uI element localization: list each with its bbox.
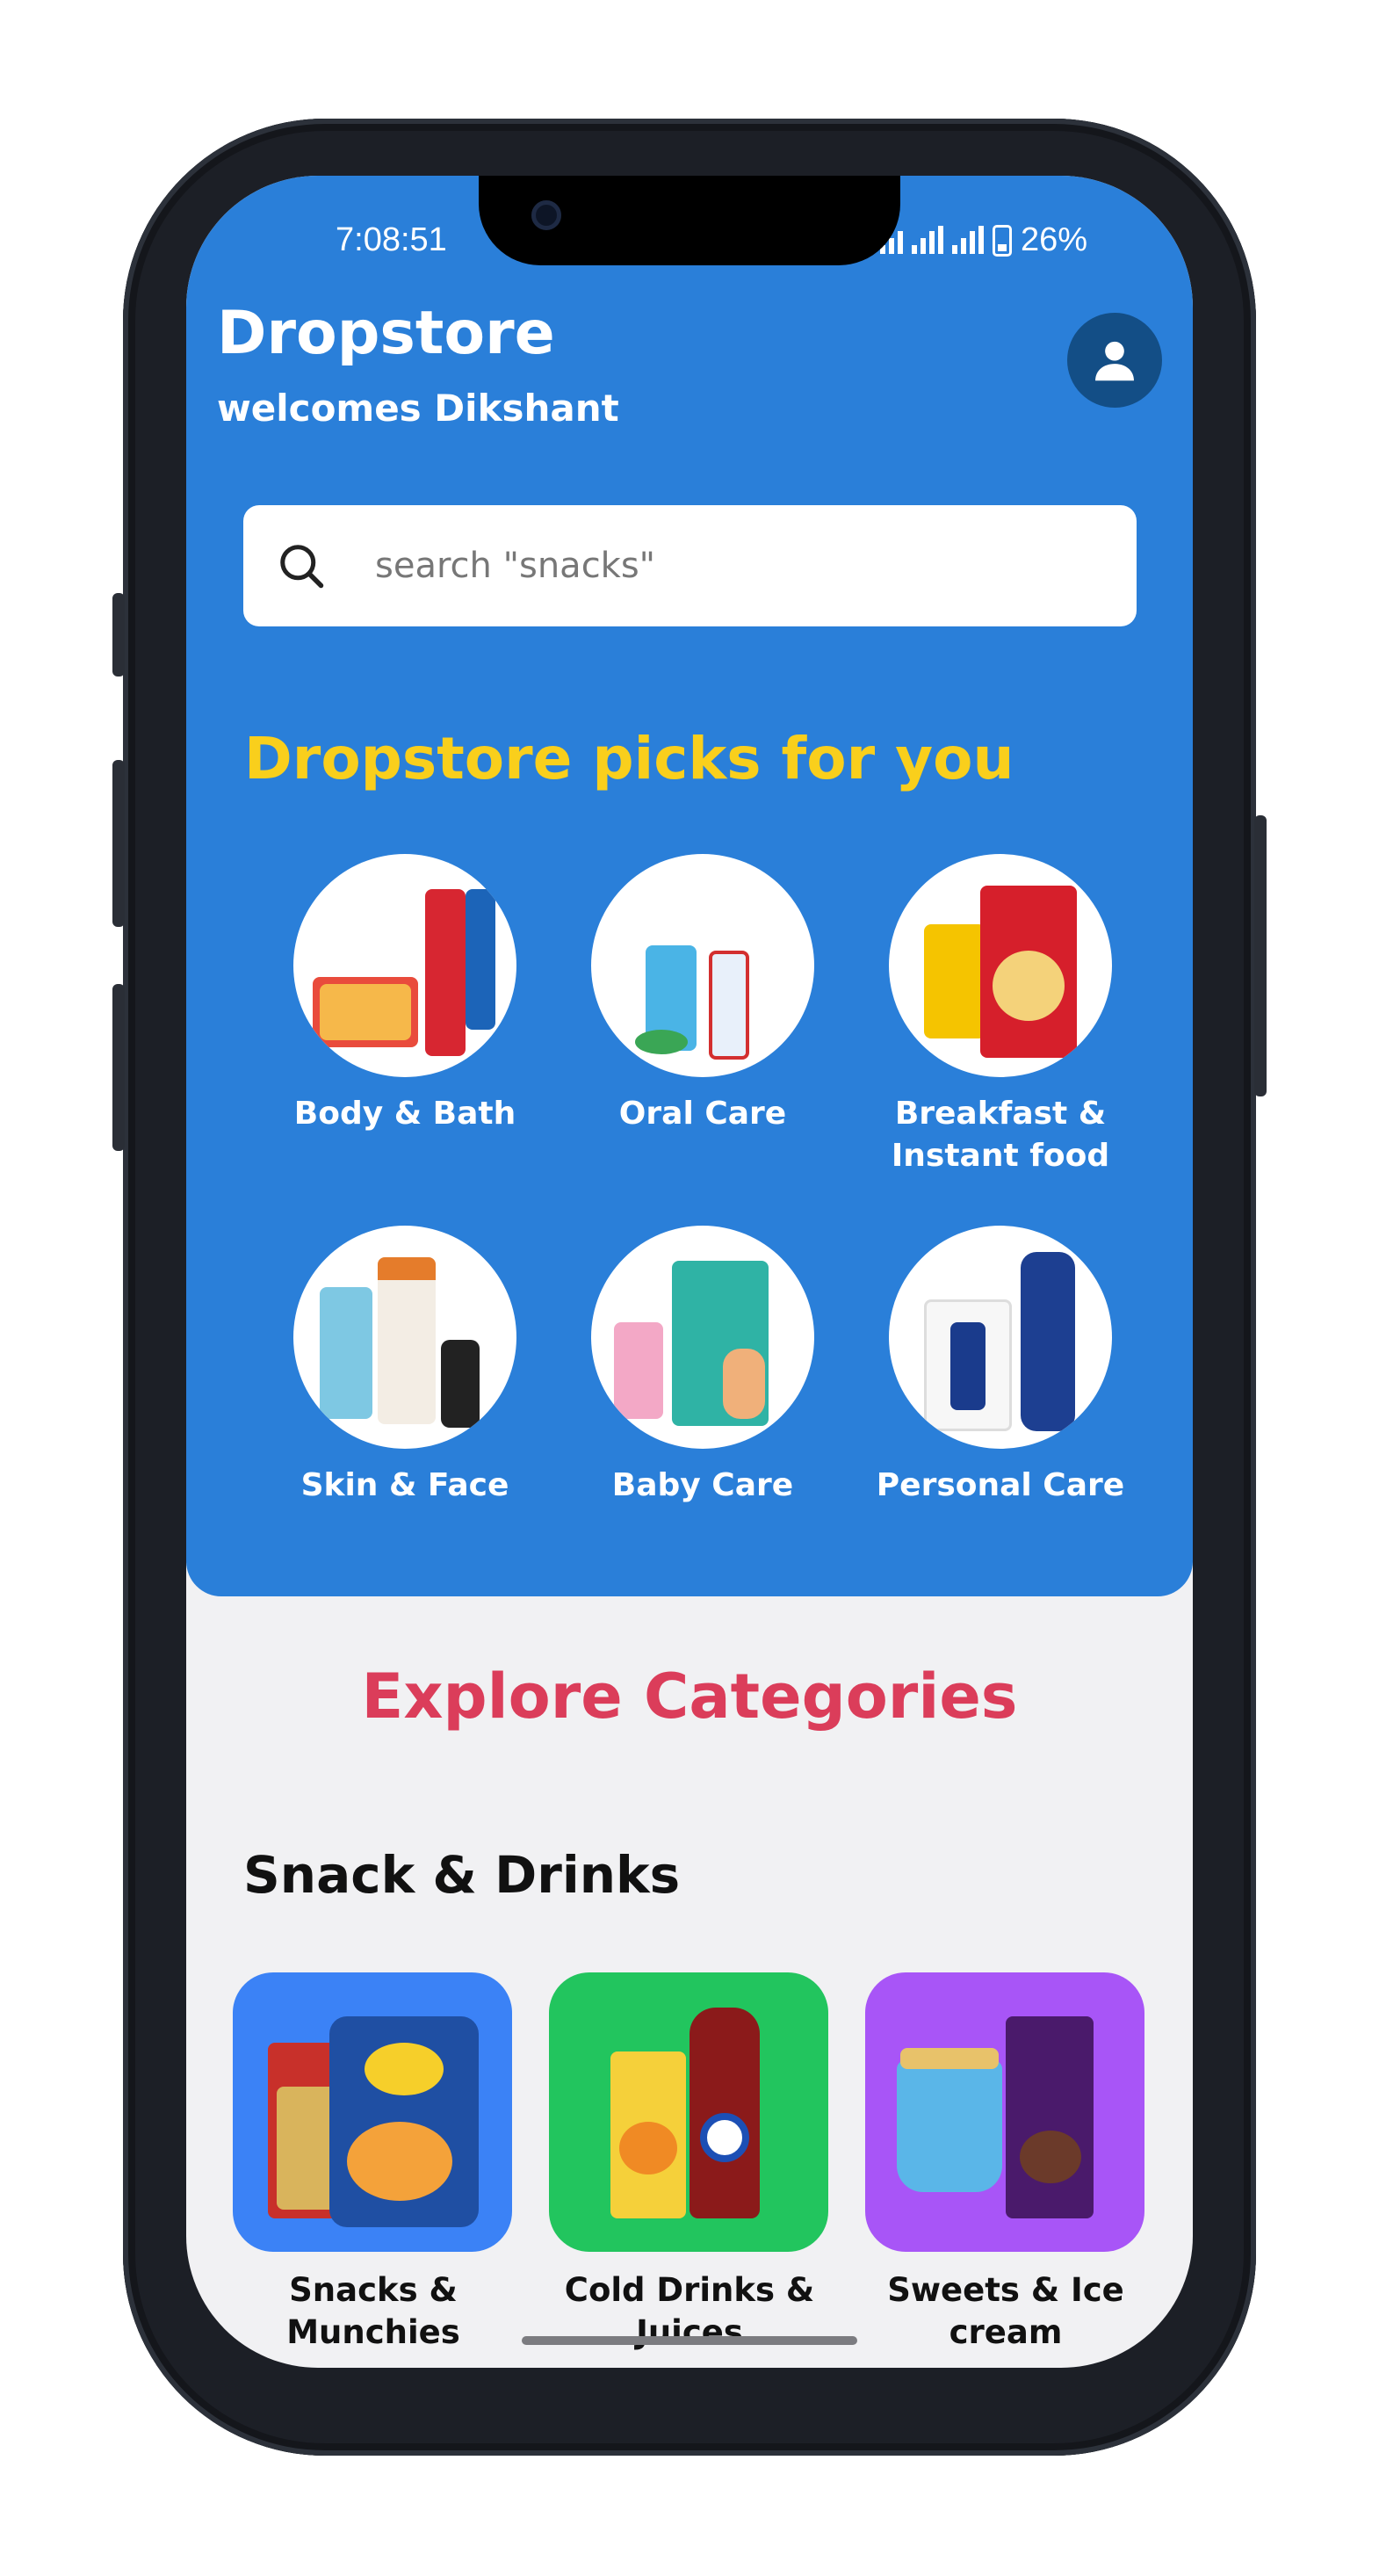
body-bath-image <box>293 854 516 1077</box>
snacks-tile <box>233 1972 512 2252</box>
search-bar[interactable]: search "snacks" <box>243 505 1137 626</box>
picks-title: Dropstore picks for you <box>244 725 1014 792</box>
category-snacks[interactable]: Snacks & Munchies <box>233 1972 514 2354</box>
skin-face-image <box>293 1226 516 1449</box>
status-time: 7:08:51 <box>336 221 447 258</box>
search-icon <box>280 545 324 589</box>
battery-icon <box>993 224 1012 257</box>
volume-down-button <box>112 984 125 1151</box>
battery-percent: 26% <box>1021 221 1088 258</box>
home-indicator[interactable] <box>522 2336 857 2345</box>
status-indicators: 26% <box>880 221 1087 259</box>
pick-personal-care[interactable]: Personal Care <box>873 1226 1128 1507</box>
category-label: Sweets & Ice cream <box>887 2271 1124 2351</box>
category-sweets[interactable]: Sweets & Ice cream <box>865 1972 1146 2354</box>
pick-label: Body & Bath <box>293 1096 516 1132</box>
pick-body-bath[interactable]: Body & Bath <box>278 854 532 1135</box>
pick-label: Skin & Face <box>300 1467 509 1503</box>
cold-drinks-tile <box>549 1972 828 2252</box>
pick-oral-care[interactable]: Oral Care <box>575 854 830 1135</box>
user-icon <box>1095 341 1134 381</box>
baby-care-image <box>591 1226 814 1449</box>
breakfast-image <box>889 854 1112 1077</box>
signal-icon <box>952 225 984 254</box>
personal-care-image <box>889 1226 1112 1449</box>
silent-switch <box>112 593 125 677</box>
power-button <box>1254 815 1267 1096</box>
pick-skin-face[interactable]: Skin & Face <box>278 1226 532 1507</box>
front-camera <box>531 200 561 230</box>
pick-baby-care[interactable]: Baby Care <box>575 1226 830 1507</box>
pick-breakfast[interactable]: Breakfast & Instant food <box>873 854 1128 1177</box>
device-mockup: 7:08:51 26% Dropstore welcomes Dikshant <box>0 0 1379 2576</box>
header-panel: 7:08:51 26% Dropstore welcomes Dikshant <box>186 176 1193 1596</box>
category-label: Snacks & Munchies <box>286 2271 460 2351</box>
pick-label: Baby Care <box>611 1467 794 1503</box>
section-title: Snack & Drinks <box>243 1845 681 1905</box>
explore-title: Explore Categories <box>361 1661 1018 1733</box>
pick-label: Breakfast & Instant food <box>891 1096 1110 1174</box>
app-title: Dropstore <box>217 299 555 368</box>
volume-up-button <box>112 760 125 927</box>
app-screen: 7:08:51 26% Dropstore welcomes Dikshant <box>186 176 1193 2368</box>
signal-icon <box>912 225 943 254</box>
welcome-text: welcomes Dikshant <box>217 387 619 430</box>
category-cold-drinks[interactable]: Cold Drinks & Juices <box>549 1972 830 2354</box>
pick-label: Oral Care <box>618 1096 787 1132</box>
search-input[interactable]: search "snacks" <box>375 546 655 586</box>
pick-label: Personal Care <box>876 1467 1125 1503</box>
profile-button[interactable] <box>1067 313 1162 408</box>
oral-care-image <box>591 854 814 1077</box>
sweets-tile <box>865 1972 1144 2252</box>
